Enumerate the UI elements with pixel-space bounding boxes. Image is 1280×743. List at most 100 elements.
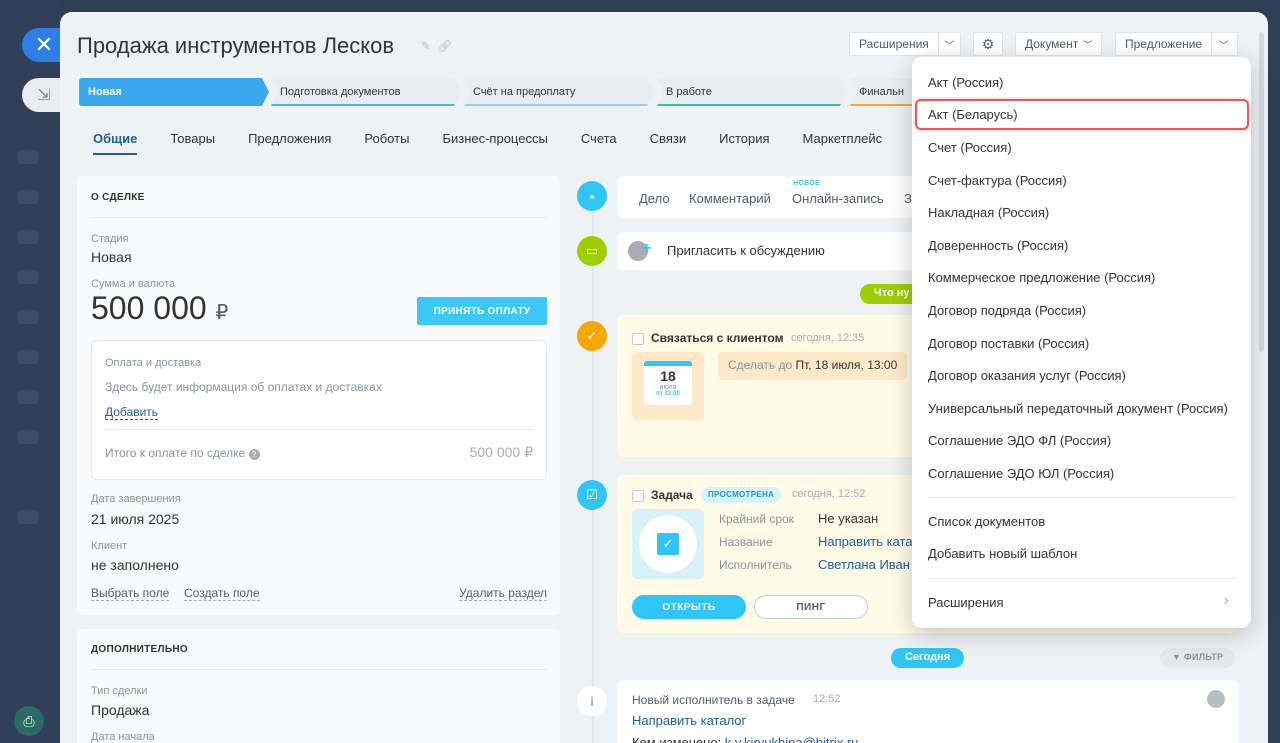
- amount-value[interactable]: 500 000 ₽: [91, 290, 228, 327]
- changed-by-label: Кем изменено:: [632, 735, 722, 743]
- chevron-down-icon: ﹀: [1083, 39, 1093, 50]
- stage-field-label: Стадия: [91, 233, 129, 245]
- task-checkbox[interactable]: [632, 490, 644, 502]
- delete-section-link[interactable]: Удалить раздел: [459, 586, 547, 601]
- extensions-button[interactable]: Расширения ﹀: [849, 32, 961, 56]
- event-title: Новый исполнитель в задаче: [632, 693, 795, 707]
- menu-item-power-of-attorney[interactable]: Доверенность (Россия): [928, 238, 1068, 253]
- menu-item-contract-work[interactable]: Договор подряда (Россия): [928, 303, 1086, 318]
- tab-robots[interactable]: Роботы: [364, 131, 409, 146]
- tab-relations[interactable]: Связи: [650, 131, 686, 146]
- stage-new[interactable]: Новая: [79, 78, 269, 106]
- minimize-slider-button[interactable]: ⇲: [22, 78, 62, 112]
- tab-products[interactable]: Товары: [170, 131, 215, 146]
- settings-button[interactable]: ⚙: [973, 32, 1003, 56]
- add-payment-link[interactable]: Добавить: [105, 405, 159, 420]
- title-actions: ✎ 🔗︎: [421, 39, 452, 53]
- client-value[interactable]: не заполнено: [91, 557, 179, 573]
- stage-field-value[interactable]: Новая: [91, 249, 132, 265]
- proposal-button[interactable]: Предложение ﹀: [1115, 32, 1238, 56]
- amount-field-label: Сумма и валюта: [91, 278, 176, 290]
- choose-field-link[interactable]: Выбрать поле: [91, 586, 170, 601]
- composer-tab-activity[interactable]: Дело: [639, 191, 670, 206]
- printer-icon: ⎙: [23, 712, 35, 729]
- additional-card: ДОПОЛНИТЕЛЬНО Тип сделки Продажа Дата на…: [77, 629, 560, 743]
- menu-divider: [928, 578, 1236, 579]
- menu-item-act-russia[interactable]: Акт (Россия): [928, 75, 1003, 90]
- menu-item-waybill[interactable]: Накладная (Россия): [928, 205, 1049, 220]
- task-name-link[interactable]: Направить ката: [818, 534, 913, 549]
- print-button[interactable]: ⎙: [14, 706, 44, 736]
- menu-item-contract-supply[interactable]: Договор поставки (Россия): [928, 336, 1089, 351]
- close-date-label: Дата завершения: [91, 493, 181, 505]
- tab-business-processes[interactable]: Бизнес-процессы: [442, 131, 547, 146]
- comment-icon: ▭: [577, 236, 607, 266]
- deadline-prefix: Сделать до: [728, 358, 793, 372]
- menu-item-invoice-russia[interactable]: Счет (Россия): [928, 140, 1012, 155]
- ping-button[interactable]: ПИНГ: [754, 595, 868, 619]
- scrollbar[interactable]: [1259, 32, 1264, 352]
- tab-history[interactable]: История: [719, 131, 769, 146]
- stage-prepayment-invoice[interactable]: Счёт на предоплату: [464, 78, 654, 106]
- menu-item-commercial-offer[interactable]: Коммерческое предложение (Россия): [928, 270, 1155, 285]
- menu-item-act-belarus[interactable]: Акт (Беларусь): [915, 99, 1249, 130]
- edit-pencil-icon[interactable]: ✎: [421, 39, 431, 53]
- tab-proposals[interactable]: Предложения: [248, 131, 331, 146]
- task-status-badge: ПРОСМОТРЕНА: [701, 487, 782, 503]
- composer-tab-more[interactable]: З: [904, 191, 912, 206]
- payment-title: Оплата и доставка: [105, 357, 202, 369]
- changed-by-email[interactable]: k.v.kiryukhina@bitrix.ru: [725, 735, 859, 743]
- task-deadline-value: Не указан: [818, 511, 879, 526]
- menu-item-doc-list[interactable]: Список документов: [928, 514, 1045, 529]
- menu-item-contract-services[interactable]: Договор оказания услуг (Россия): [928, 368, 1126, 383]
- task-title[interactable]: Задача: [651, 488, 693, 502]
- menu-item-extensions[interactable]: Расширения: [928, 595, 1004, 610]
- deadline-chip[interactable]: Сделать до Пт, 18 июля, 13:00: [718, 352, 908, 380]
- activity-title[interactable]: Связаться с клиентом: [651, 331, 783, 345]
- menu-item-invoice-facture[interactable]: Счет-фактура (Россия): [928, 173, 1067, 188]
- menu-item-edo-fl[interactable]: Соглашение ЭДО ФЛ (Россия): [928, 433, 1111, 448]
- tab-marketplace[interactable]: Маркетплейс: [803, 131, 883, 146]
- calendar-day: 18: [660, 368, 676, 384]
- deal-type-value[interactable]: Продажа: [91, 702, 149, 718]
- calendar-tile: 18 июля пт 13:00: [632, 352, 704, 420]
- open-task-button[interactable]: ОТКРЫТЬ: [632, 595, 746, 619]
- stage-label: Финальн: [859, 86, 904, 98]
- help-icon[interactable]: ?: [248, 449, 260, 460]
- payment-delivery-box: Оплата и доставка Здесь будет информация…: [91, 340, 547, 480]
- document-dropdown-menu: Акт (Россия) Акт (Беларусь) Счет (Россия…: [912, 57, 1251, 628]
- client-label: Клиент: [91, 540, 128, 552]
- task-assignee-link[interactable]: Светлана Иван: [818, 557, 910, 572]
- close-date-value[interactable]: 21 июля 2025: [91, 511, 179, 527]
- composer-tab-comment[interactable]: Комментарий: [689, 191, 771, 206]
- composer-tab-booking[interactable]: Онлайн-запись: [792, 191, 884, 206]
- task-time: сегодня, 12:52: [792, 488, 866, 500]
- filter-button[interactable]: ▼ ФИЛЬТР: [1160, 648, 1236, 668]
- menu-item-add-template[interactable]: Добавить новый шаблон: [928, 546, 1077, 561]
- sidebar-ghost-icon: [18, 350, 38, 364]
- chevron-down-icon[interactable]: ﹀: [1211, 33, 1235, 55]
- event-link[interactable]: Направить каталог: [632, 713, 746, 728]
- chevron-down-icon[interactable]: ﹀: [937, 33, 960, 55]
- menu-item-edo-ul[interactable]: Соглашение ЭДО ЮЛ (Россия): [928, 466, 1114, 481]
- tab-invoices[interactable]: Счета: [581, 131, 617, 146]
- menu-item-upd[interactable]: Универсальный передаточный документ (Рос…: [928, 401, 1228, 416]
- close-slider-button[interactable]: ✕: [22, 28, 62, 62]
- stage-label: Счёт на предоплату: [473, 86, 576, 98]
- deadline-value: Пт, 18 июля, 13:00: [795, 358, 898, 372]
- calendar-time: пт 13:00: [656, 391, 680, 397]
- document-button[interactable]: Документ ﹀: [1015, 32, 1102, 56]
- tab-general[interactable]: Общие: [93, 131, 138, 155]
- task-icon: ☑: [577, 480, 607, 510]
- menu-divider: [928, 497, 1236, 498]
- stage-in-progress[interactable]: В работе: [657, 78, 847, 106]
- event-time: 12:52: [813, 693, 841, 705]
- activity-checkbox[interactable]: [632, 333, 644, 345]
- create-field-link[interactable]: Создать поле: [184, 586, 260, 601]
- copy-link-icon[interactable]: 🔗︎: [437, 39, 452, 53]
- task-deadline-label: Крайний срок: [719, 512, 795, 526]
- stage-doc-prep[interactable]: Подготовка документов: [271, 78, 461, 106]
- deal-tabs: Общие Товары Предложения Роботы Бизнес-п…: [93, 131, 915, 155]
- today-pill: Сегодня: [891, 648, 965, 668]
- accept-payment-button[interactable]: ПРИНЯТЬ ОПЛАТУ: [417, 297, 547, 325]
